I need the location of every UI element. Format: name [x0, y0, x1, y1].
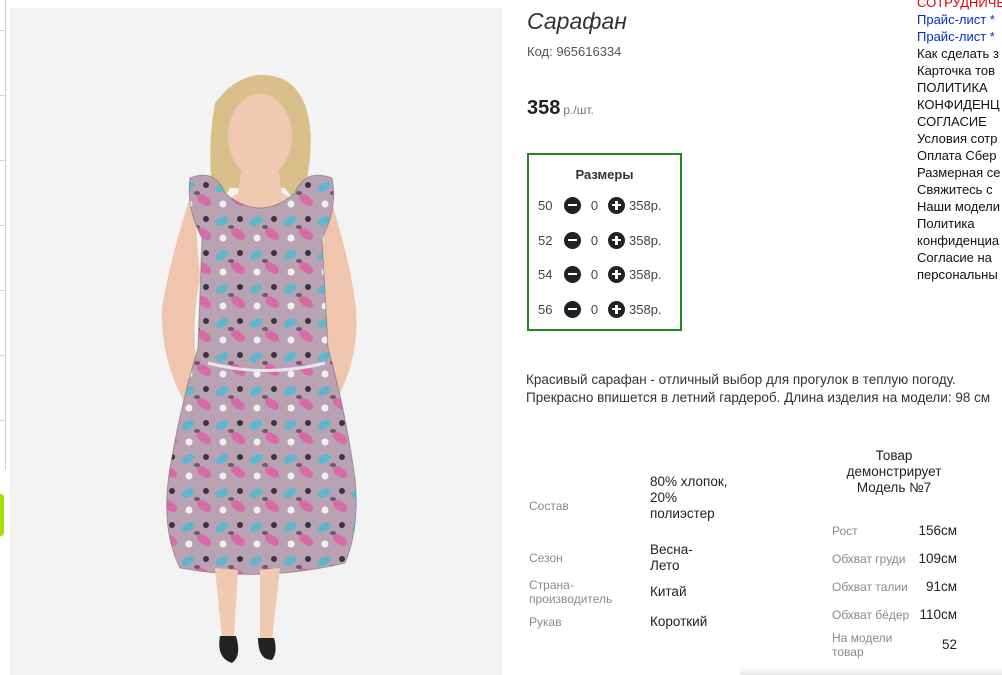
sizes-title: Размеры — [575, 167, 634, 182]
measurement-label: На модели товар — [832, 631, 893, 659]
menu-link-consent[interactable]: СОГЛАСИЕ — [917, 113, 1002, 130]
product-photo[interactable] — [10, 8, 502, 675]
product-price: 358 р./шт. — [527, 97, 594, 120]
spec-label-sleeve: Рукав — [529, 615, 562, 629]
minus-icon — [568, 238, 577, 242]
measurement-value: 110см — [919, 607, 957, 622]
minus-icon — [568, 307, 577, 311]
measurement-label: Обхват бёдер — [832, 608, 910, 622]
size-label: 52 — [538, 232, 553, 248]
spec-value-sleeve: Короткий — [650, 614, 708, 629]
qty-value[interactable]: 0 — [581, 267, 608, 282]
product-description: Красивый сарафан - отличный выбор для пр… — [526, 372, 991, 405]
edge-tick — [0, 30, 5, 31]
menu-link-size-chart[interactable]: Размерная се — [917, 164, 1002, 181]
size-price: 358р. — [629, 301, 662, 317]
menu-link-how-to-order[interactable]: Как сделать з — [917, 45, 1002, 62]
qty-value[interactable]: 0 — [581, 302, 608, 317]
spec-value-season: Весна-Лето — [650, 542, 693, 573]
edge-tick — [0, 225, 5, 226]
minus-icon — [568, 203, 577, 207]
edge-divider — [5, 0, 6, 470]
side-feedback-tab[interactable] — [0, 494, 4, 536]
edge-tick — [0, 355, 5, 356]
product-title: Сарафан — [527, 8, 627, 34]
decrease-qty-button[interactable] — [564, 300, 581, 318]
spec-label-country: Страна-производитель — [529, 578, 613, 606]
menu-link-consent-personal-cont[interactable]: персональны — [917, 266, 1002, 283]
plus-icon-stroke — [615, 235, 618, 245]
measurement-value: 91см — [925, 579, 957, 594]
plus-icon-stroke — [615, 304, 618, 314]
measurement-value: 109см — [918, 551, 957, 566]
edge-tick — [0, 420, 5, 421]
size-label: 50 — [538, 197, 553, 213]
qty-value[interactable]: 0 — [581, 198, 608, 213]
left-edge-strip — [0, 0, 8, 675]
menu-link-models[interactable]: Наши модели — [917, 198, 1002, 215]
menu-link-price-list[interactable]: Прайс-лист * — [917, 11, 1002, 28]
plus-icon-stroke — [615, 200, 618, 210]
price-amount: 358 — [527, 97, 561, 119]
measurement-value: 52 — [941, 637, 957, 652]
edge-tick — [0, 290, 5, 291]
qty-value[interactable]: 0 — [581, 233, 608, 248]
spec-label-composition: Состав — [529, 499, 569, 513]
menu-link-cooperation[interactable]: СОТРУДНИЧЕ — [917, 0, 1002, 11]
decrease-qty-button[interactable] — [564, 196, 581, 214]
model-heading: Товар демонстрирует Модель №7 — [846, 448, 942, 495]
menu-link-terms[interactable]: Условия сотр — [917, 130, 1002, 147]
plus-icon-stroke — [615, 269, 618, 279]
spec-label-season: Сезон — [529, 551, 563, 565]
size-price: 358р. — [629, 232, 662, 248]
size-label: 56 — [538, 301, 553, 317]
side-menu: СОТРУДНИЧЕ Прайс-лист * Прайс-лист * Как… — [917, 0, 1002, 283]
edge-tick — [0, 95, 5, 96]
measurement-label: Обхват талии — [832, 580, 908, 594]
increase-qty-button[interactable] — [608, 231, 625, 249]
size-price: 358р. — [629, 197, 662, 213]
price-unit: р./шт. — [563, 103, 594, 117]
edge-tick — [0, 160, 5, 161]
size-row: 50 0 358р. — [538, 195, 662, 215]
size-row: 56 0 358р. — [538, 299, 662, 319]
spec-value-composition: 80% хлопок, 20% полиэстер — [650, 474, 728, 521]
model-in-dress-image — [10, 8, 502, 675]
sizes-selector: Размеры 50 0 358р. 52 0 358р. 54 0 358р.… — [527, 153, 682, 331]
menu-link-privacy-cont[interactable]: конфиденциа — [917, 232, 1002, 249]
product-code: Код: 965616334 — [527, 44, 622, 59]
decrease-qty-button[interactable] — [564, 231, 581, 249]
bottom-shadow — [740, 668, 1002, 675]
increase-qty-button[interactable] — [608, 196, 625, 214]
size-row: 54 0 358р. — [538, 264, 662, 284]
increase-qty-button[interactable] — [608, 300, 625, 318]
measurement-label: Обхват груди — [832, 552, 906, 566]
increase-qty-button[interactable] — [608, 265, 625, 283]
decrease-qty-button[interactable] — [564, 265, 581, 283]
size-row: 52 0 358р. — [538, 230, 662, 250]
spec-value-country: Китай — [650, 584, 687, 599]
menu-link-policy-cont[interactable]: КОНФИДЕНЦ — [917, 96, 1002, 113]
measurement-value: 156см — [918, 523, 957, 538]
measurement-label: Рост — [832, 524, 858, 538]
size-label: 54 — [538, 266, 553, 282]
minus-icon — [568, 272, 577, 276]
menu-link-contact[interactable]: Свяжитесь с — [917, 181, 1002, 198]
menu-link-consent-personal[interactable]: Согласие на — [917, 249, 1002, 266]
menu-link-price-list[interactable]: Прайс-лист * — [917, 28, 1002, 45]
menu-link-policy[interactable]: ПОЛИТИКА — [917, 79, 1002, 96]
menu-link-sber-payment[interactable]: Оплата Сбер — [917, 147, 1002, 164]
menu-link-product-card[interactable]: Карточка тов — [917, 62, 1002, 79]
menu-link-privacy[interactable]: Политика — [917, 215, 1002, 232]
size-price: 358р. — [629, 266, 662, 282]
